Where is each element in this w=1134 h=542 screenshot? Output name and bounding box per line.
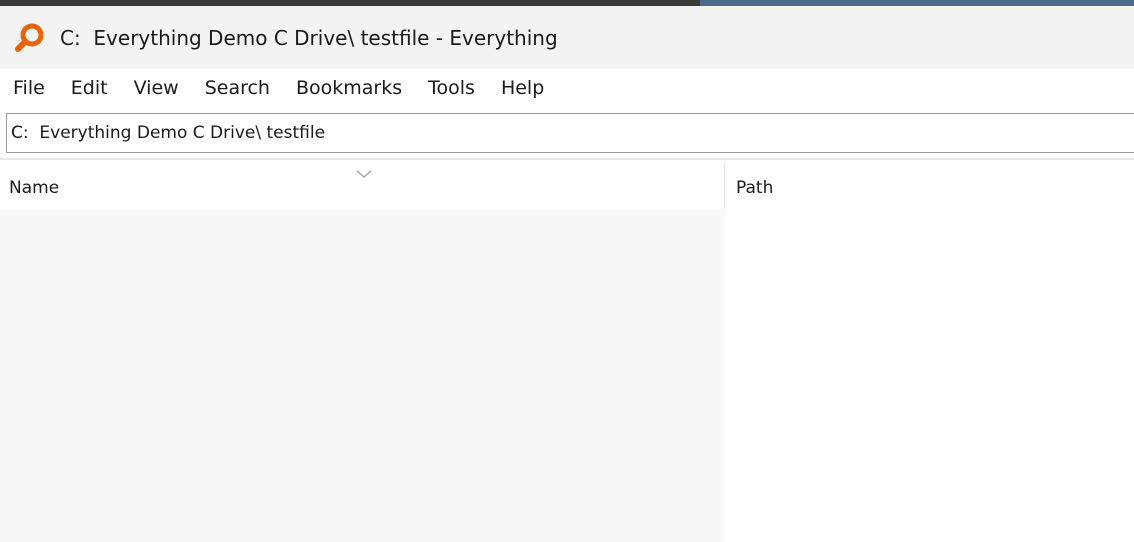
menu-file[interactable]: File xyxy=(0,69,58,107)
chevron-down-icon xyxy=(356,164,372,178)
column-header-path[interactable]: Path xyxy=(725,162,1134,210)
menu-tools[interactable]: Tools xyxy=(415,69,488,107)
results-list-name-column[interactable] xyxy=(0,210,724,542)
menu-bar: File Edit View Search Bookmarks Tools He… xyxy=(0,69,1134,107)
menu-help[interactable]: Help xyxy=(488,69,557,107)
column-header-name[interactable]: Name xyxy=(0,162,724,210)
menu-bookmarks[interactable]: Bookmarks xyxy=(283,69,415,107)
menu-edit[interactable]: Edit xyxy=(58,69,121,107)
search-box[interactable] xyxy=(6,113,1134,153)
menu-search[interactable]: Search xyxy=(192,69,283,107)
search-input[interactable] xyxy=(7,114,1134,152)
title-bar[interactable]: C: Everything Demo C Drive\ testfile - E… xyxy=(0,6,1134,69)
divider xyxy=(0,158,1134,160)
magnifier-icon xyxy=(12,20,48,56)
results-header: Name Path xyxy=(0,162,1134,210)
window-title: C: Everything Demo C Drive\ testfile - E… xyxy=(60,25,558,50)
column-header-path-label: Path xyxy=(736,178,774,198)
column-header-name-label: Name xyxy=(9,178,60,198)
app-window: C: Everything Demo C Drive\ testfile - E… xyxy=(0,0,1134,542)
menu-view[interactable]: View xyxy=(121,69,192,107)
results-list-path-column[interactable] xyxy=(725,210,1134,542)
